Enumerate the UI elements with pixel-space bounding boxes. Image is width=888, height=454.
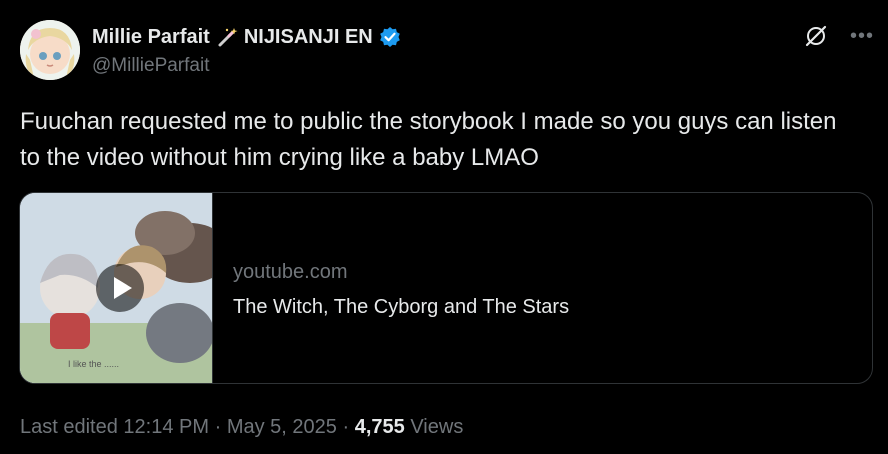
play-icon[interactable]	[96, 264, 144, 312]
separator: ·	[342, 416, 350, 438]
display-name[interactable]: Millie Parfait	[92, 26, 210, 49]
tweet-text: Fuuchan requested me to public the story…	[20, 108, 837, 171]
tweet-meta: Last edited 12:14 PM · May 5, 2025 · 4,7…	[20, 416, 463, 439]
user-handle[interactable]: @MillieParfait	[92, 55, 209, 77]
card-body[interactable]: youtube.com The Witch, The Cyborg and Th…	[213, 193, 569, 383]
verified-badge-icon[interactable]	[379, 26, 401, 48]
affiliation: NIJISANJI EN	[243, 25, 373, 48]
avatar[interactable]	[20, 20, 80, 80]
edited-label[interactable]: Last edited	[20, 416, 118, 438]
grok-icon[interactable]	[804, 24, 828, 48]
tweet-actions-top: •••	[804, 24, 874, 48]
link-card[interactable]: I like the ...... youtube.com The Witch,…	[19, 192, 873, 384]
tweet-date[interactable]: May 5, 2025	[227, 416, 337, 438]
tweet-time[interactable]: 12:14 PM	[123, 416, 209, 438]
separator: ·	[214, 416, 222, 438]
magic-wand-icon	[216, 26, 238, 48]
views-count: 4,755	[354, 416, 405, 438]
views-label: Views	[410, 416, 464, 438]
card-title: The Witch, The Cyborg and The Stars	[233, 296, 570, 318]
thumbnail-caption: I like the ......	[68, 359, 120, 369]
user-name-row: Millie Parfait NIJISANJI EN	[92, 24, 401, 50]
card-domain: youtube.com	[233, 261, 348, 283]
video-thumbnail[interactable]: I like the ......	[20, 193, 213, 383]
more-options-icon[interactable]: •••	[850, 26, 874, 46]
